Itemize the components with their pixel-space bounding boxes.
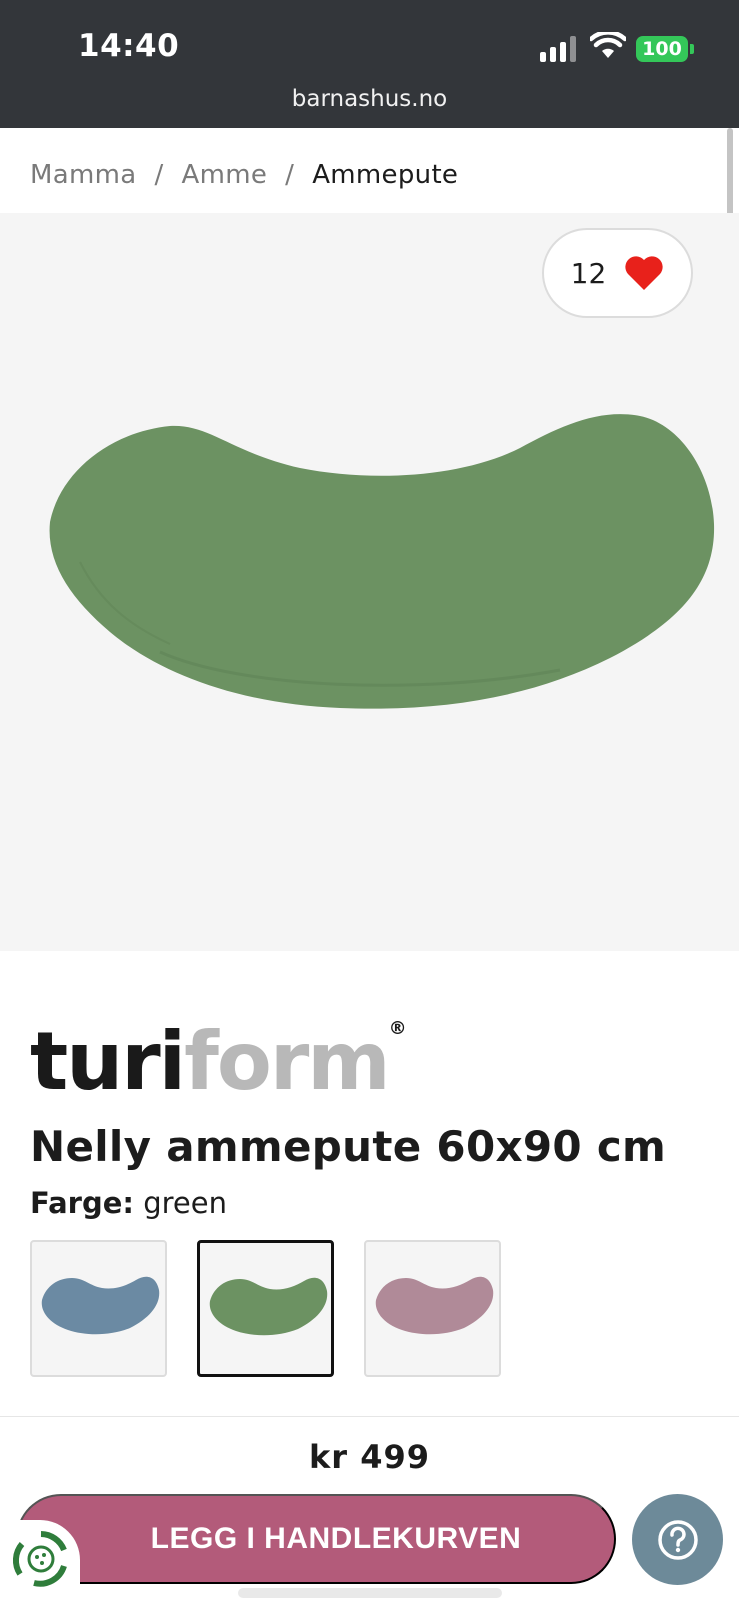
pillow-thumbnail-blue (41, 1276, 160, 1335)
breadcrumb: Mamma / Amme / Ammepute (30, 160, 458, 190)
registered-mark: ® (388, 1018, 407, 1039)
status-bar: 14:40 100 barnashus.no (0, 0, 739, 128)
recycle-icon (12, 1531, 67, 1587)
wifi-icon (590, 32, 626, 58)
brand-logo[interactable]: turiform® (30, 1020, 407, 1102)
help-button[interactable] (632, 1494, 723, 1585)
add-to-cart-button[interactable]: LEGG I HANDLEKURVEN (16, 1494, 616, 1584)
color-selection-label: Farge: green (30, 1186, 227, 1220)
breadcrumb-mamma[interactable]: Mamma (30, 160, 136, 190)
status-time: 14:40 (78, 28, 180, 64)
price-divider (0, 1416, 739, 1417)
battery-indicator: 100 (636, 36, 688, 62)
swatch-pink[interactable] (364, 1240, 501, 1377)
brand-logo-part1: turi (30, 1015, 186, 1108)
address-bar-url[interactable]: barnashus.no (0, 86, 739, 112)
swatch-blue[interactable] (30, 1240, 167, 1377)
color-swatches (30, 1240, 501, 1377)
color-label: Farge: (30, 1186, 135, 1220)
product-title: Nelly ammepute 60x90 cm (30, 1122, 667, 1171)
pillow-thumbnail-green (209, 1277, 328, 1336)
signal-icon (540, 36, 578, 62)
question-icon (657, 1519, 698, 1560)
swatch-green[interactable] (197, 1240, 334, 1377)
favorite-count: 12 (570, 256, 607, 290)
pillow-thumbnail-pink (375, 1276, 494, 1335)
product-image-pillow (49, 414, 715, 709)
breadcrumb-amme[interactable]: Amme (182, 160, 268, 190)
product-price: kr 499 (309, 1438, 430, 1476)
home-indicator[interactable] (238, 1588, 502, 1598)
battery-tip (690, 44, 694, 54)
brand-logo-part2: form (184, 1015, 391, 1108)
breadcrumb-separator: / (285, 160, 295, 190)
heart-icon (625, 256, 663, 290)
breadcrumb-separator: / (154, 160, 164, 190)
favorite-button[interactable]: 12 (542, 228, 693, 318)
recycle-badge[interactable] (0, 1520, 80, 1600)
breadcrumb-current: Ammepute (312, 160, 459, 190)
color-value: green (143, 1186, 227, 1220)
